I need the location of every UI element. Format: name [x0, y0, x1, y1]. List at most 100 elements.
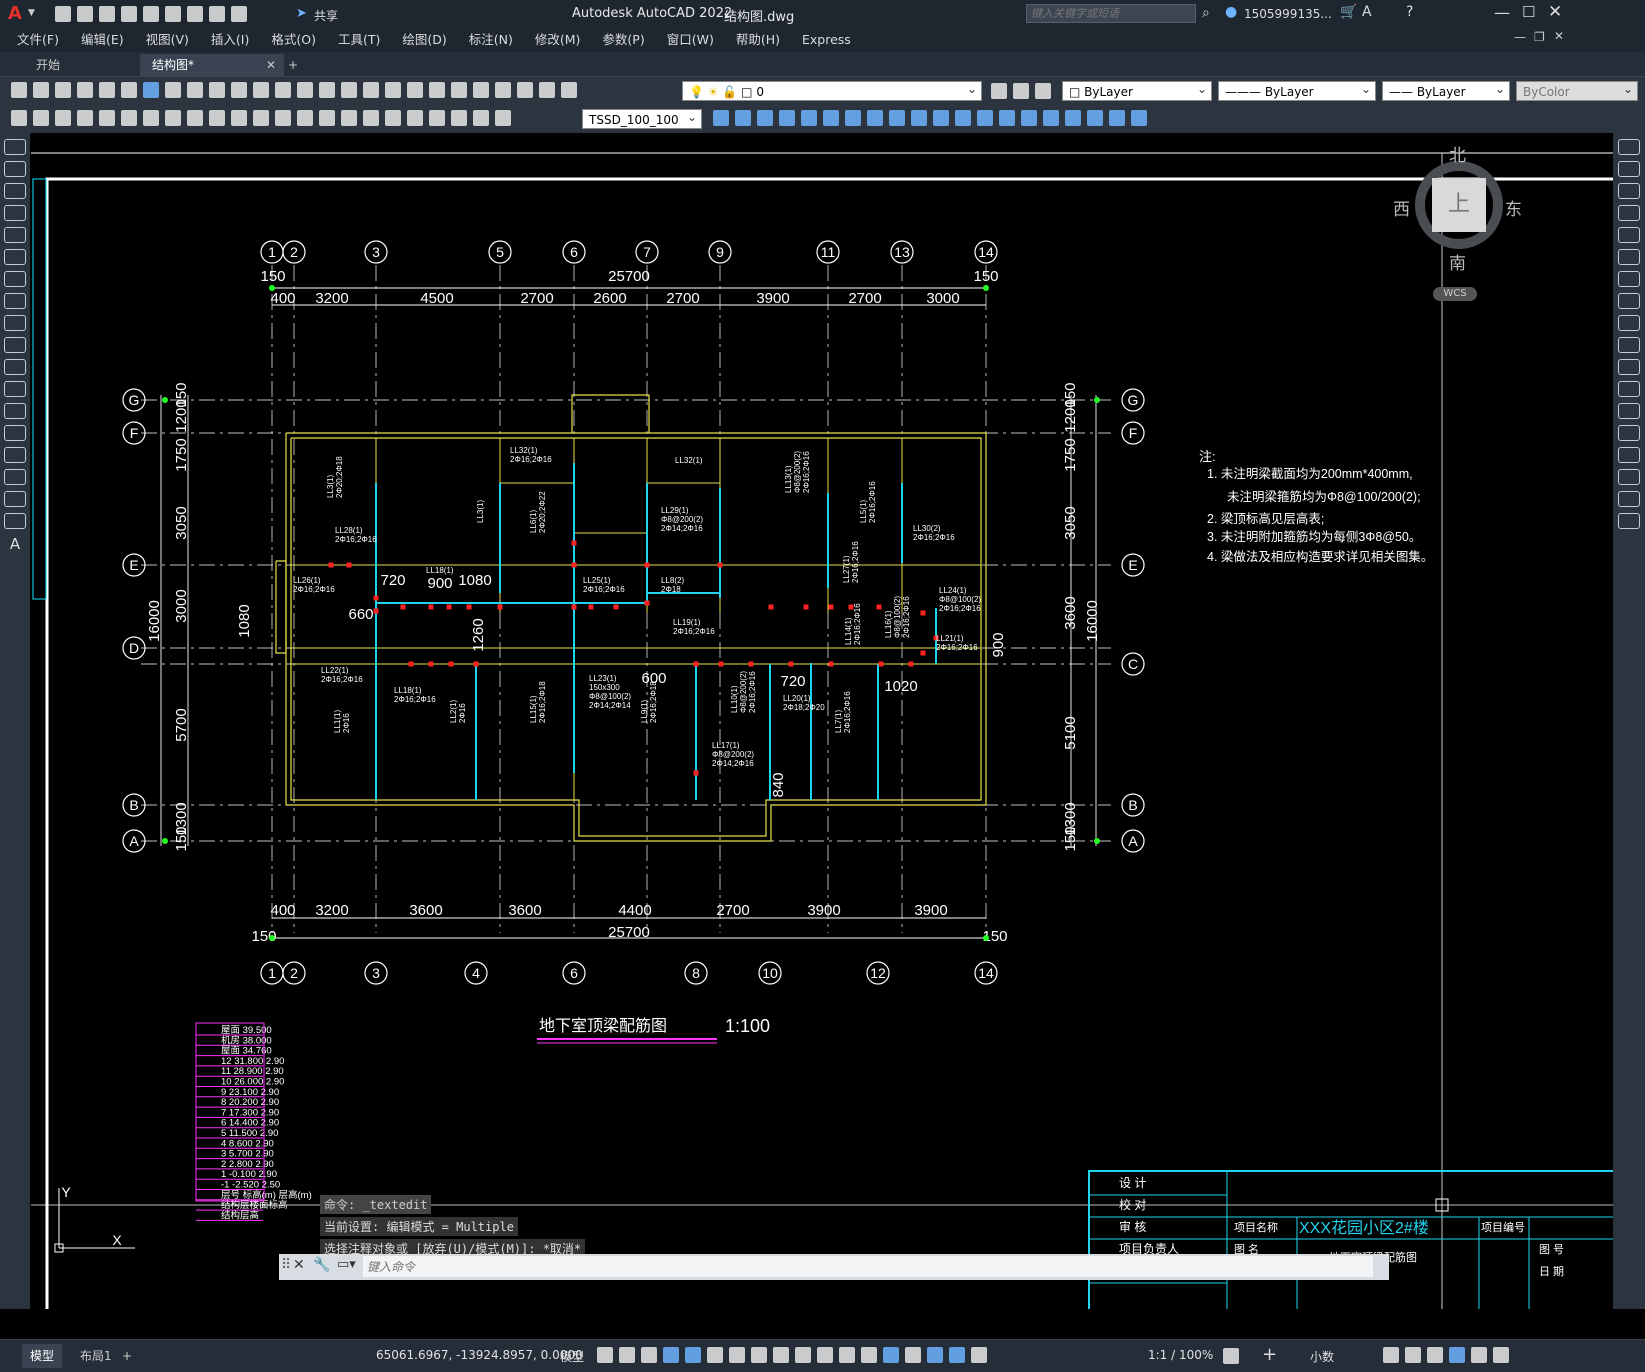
quick-properties-icon[interactable]: [1383, 1347, 1399, 1363]
diameter-dim-icon[interactable]: [209, 110, 225, 126]
menu-item-3[interactable]: 插入(I): [200, 28, 260, 52]
dim-text-edit-icon[interactable]: [473, 110, 489, 126]
object-snap-tracking-icon[interactable]: [751, 1347, 767, 1363]
pan-icon[interactable]: [319, 82, 335, 98]
layer-previous-icon[interactable]: [1013, 83, 1029, 99]
maximize-icon[interactable]: ☐: [1522, 3, 1535, 21]
jogged-dim-icon[interactable]: [187, 110, 203, 126]
tssd-1-icon[interactable]: [11, 110, 27, 126]
dim-update-icon[interactable]: [495, 110, 511, 126]
autocad-logo[interactable]: A: [8, 3, 22, 24]
3d-osnap-icon[interactable]: [861, 1347, 877, 1363]
make-current-layer-icon[interactable]: [991, 83, 1007, 99]
viewcube-west[interactable]: 西: [1393, 195, 1410, 220]
autodesk-account-icon[interactable]: A: [1362, 4, 1372, 20]
redo-icon[interactable]: [297, 82, 313, 98]
dynamic-ucs-icon[interactable]: [883, 1347, 899, 1363]
snap-icon[interactable]: [619, 1347, 635, 1363]
tab-layout1[interactable]: 布局1: [72, 1344, 120, 1368]
table-icon[interactable]: [4, 513, 26, 529]
break-icon[interactable]: [1618, 403, 1640, 419]
circle-icon[interactable]: [4, 271, 26, 287]
erase-icon[interactable]: [1618, 139, 1640, 155]
array-icon[interactable]: [801, 110, 817, 126]
explode-icon[interactable]: [1043, 110, 1059, 126]
app-menu-chevron-icon[interactable]: ▼: [28, 8, 35, 18]
drawing-svg[interactable]: 1 2 3 5 6 7 9 11 13 1425700150 150400 3200 4500 2700 2…: [31, 133, 1613, 1309]
join-icon[interactable]: [977, 110, 993, 126]
tssd-3-icon[interactable]: [55, 110, 71, 126]
ungroup-icon[interactable]: [1087, 110, 1103, 126]
annotation-monitor-plus-icon[interactable]: +: [1262, 1344, 1277, 1365]
linear-dim-icon[interactable]: [77, 110, 93, 126]
quick-dim-icon[interactable]: [253, 110, 269, 126]
selection-cycling-icon[interactable]: [839, 1347, 855, 1363]
command-close-icon[interactable]: ✕: [293, 1257, 305, 1273]
break-icon[interactable]: [955, 110, 971, 126]
menu-item-1[interactable]: 编辑(E): [70, 28, 135, 52]
inspection-icon[interactable]: [407, 110, 423, 126]
zoom-previous-icon[interactable]: [385, 82, 401, 98]
cart-icon[interactable]: 🛒: [1340, 4, 1357, 20]
plot-icon[interactable]: [77, 82, 93, 98]
tab-close-icon[interactable]: ✕: [266, 54, 276, 76]
design-center-icon[interactable]: [429, 82, 445, 98]
isolate-objects-icon[interactable]: [1427, 1347, 1443, 1363]
polar-icon[interactable]: [707, 1347, 723, 1363]
ordinate-dim-icon[interactable]: [143, 110, 159, 126]
redo-icon[interactable]: [231, 6, 247, 22]
copy-object-icon[interactable]: [735, 110, 751, 126]
save-web-icon[interactable]: [165, 6, 181, 22]
tab-model[interactable]: 模型: [22, 1344, 63, 1368]
doc-minimize-icon[interactable]: —: [1514, 30, 1526, 44]
lock-ui-icon[interactable]: [1405, 1347, 1421, 1363]
isodraft-icon[interactable]: [729, 1347, 745, 1363]
dynamic-input-icon[interactable]: [663, 1347, 679, 1363]
menu-item-4[interactable]: 格式(O): [260, 28, 327, 52]
angular-dim-icon[interactable]: [231, 110, 247, 126]
ellipse-icon[interactable]: [4, 337, 26, 353]
infer-constraints-icon[interactable]: [641, 1347, 657, 1363]
layer-freeze-icon[interactable]: ☀: [708, 85, 719, 99]
viewcube-east[interactable]: 东: [1505, 195, 1522, 220]
plotstyle-dropdown[interactable]: ByColor: [1516, 79, 1638, 101]
clean-screen-icon[interactable]: [1471, 1347, 1487, 1363]
grid-icon[interactable]: [597, 1347, 613, 1363]
viewcube-top-face[interactable]: 上: [1432, 178, 1486, 232]
calculator-icon[interactable]: [517, 82, 533, 98]
chamfer-icon[interactable]: [999, 110, 1015, 126]
3d-dwf-icon[interactable]: [143, 82, 159, 98]
help-icon[interactable]: ?: [1406, 4, 1413, 20]
chamfer-icon[interactable]: [1618, 447, 1640, 463]
stretch-icon[interactable]: [1618, 315, 1640, 331]
copy-icon[interactable]: [187, 82, 203, 98]
color-dropdown[interactable]: □ ByLayer: [1062, 79, 1212, 101]
lineweight-icon[interactable]: [795, 1347, 811, 1363]
markup-icon[interactable]: [495, 82, 511, 98]
zoom-realtime-icon[interactable]: [341, 82, 357, 98]
layer-lock-icon[interactable]: 🔓: [722, 85, 737, 99]
menu-item-5[interactable]: 工具(T): [327, 28, 391, 52]
viewcube-north[interactable]: 北: [1449, 141, 1466, 166]
match-properties-icon[interactable]: [231, 82, 247, 98]
polyline-icon[interactable]: [4, 183, 26, 199]
offset-icon[interactable]: [779, 110, 795, 126]
close-icon[interactable]: ✕: [1548, 2, 1562, 22]
gradient-icon[interactable]: [4, 469, 26, 485]
offset-icon[interactable]: [1618, 205, 1640, 221]
layer-iso-icon[interactable]: [1035, 83, 1051, 99]
rotate-icon[interactable]: [1618, 271, 1640, 287]
extend-icon[interactable]: [933, 110, 949, 126]
properties-icon[interactable]: [407, 82, 423, 98]
aligned-dim-icon[interactable]: [99, 110, 115, 126]
plot-preview-icon[interactable]: [99, 82, 115, 98]
coordinates-readout[interactable]: 65061.6967, -13924.8957, 0.0000: [376, 1348, 583, 1362]
menu-item-11[interactable]: 帮助(H): [725, 28, 791, 52]
save-icon[interactable]: [99, 6, 115, 22]
dim-space-icon[interactable]: [319, 110, 335, 126]
text-style-dropdown[interactable]: TSSD_100_100: [582, 107, 702, 129]
baseline-dim-icon[interactable]: [275, 110, 291, 126]
linetype-dropdown[interactable]: ——— ByLayer: [1218, 79, 1376, 101]
tab-structure-drawing[interactable]: 结构图* ✕: [140, 54, 284, 76]
drawing-canvas[interactable]: 1 2 3 5 6 7 9 11 13 14 25700 150 150 400 3200 4500 2700 2…: [31, 133, 1613, 1309]
